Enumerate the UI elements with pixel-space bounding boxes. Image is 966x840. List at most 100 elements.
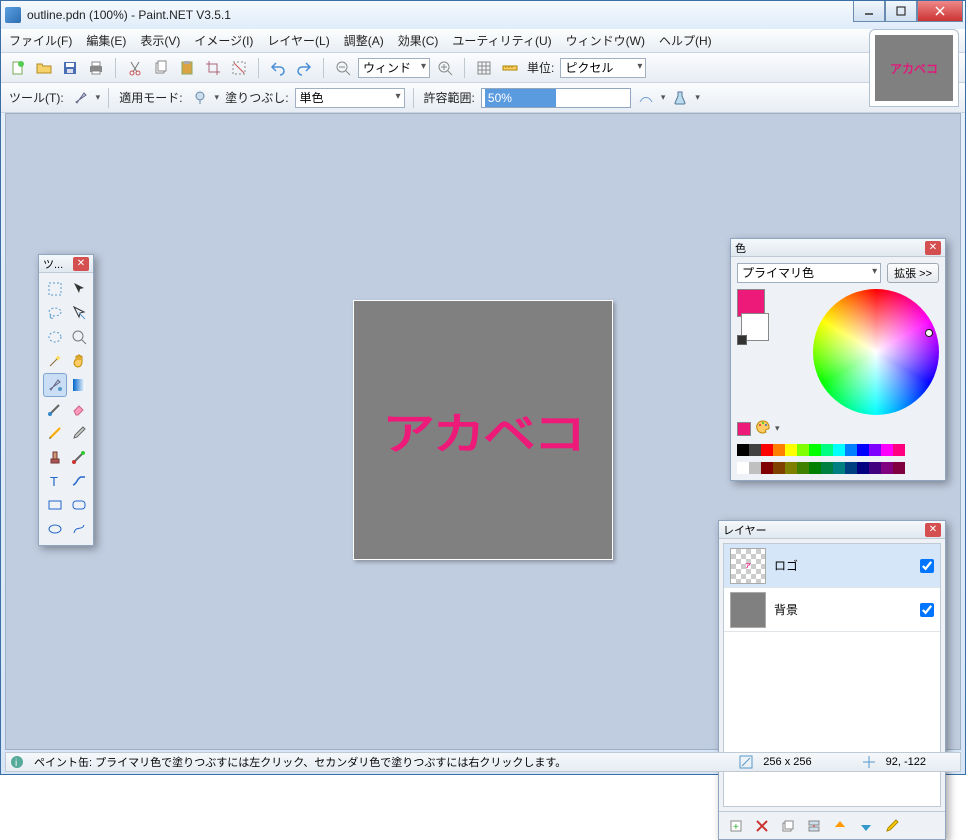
- palette-color[interactable]: [845, 462, 857, 474]
- paste-button[interactable]: [176, 57, 198, 79]
- palette-color[interactable]: [737, 462, 749, 474]
- palette-icon[interactable]: [755, 419, 771, 438]
- menu-window[interactable]: ウィンドウ(W): [566, 32, 645, 49]
- palette-color[interactable]: [773, 444, 785, 456]
- rounded-rect-tool[interactable]: [67, 493, 91, 517]
- palette-color[interactable]: [737, 444, 749, 456]
- move-selection-tool[interactable]: [67, 277, 91, 301]
- palette-color[interactable]: [785, 444, 797, 456]
- ruler-button[interactable]: [499, 57, 521, 79]
- palette-color[interactable]: [749, 462, 761, 474]
- palette-color[interactable]: [845, 444, 857, 456]
- palette-color[interactable]: [869, 462, 881, 474]
- grid-button[interactable]: [473, 57, 495, 79]
- colors-close-icon[interactable]: ✕: [925, 241, 941, 255]
- layers-close-icon[interactable]: ✕: [925, 523, 941, 537]
- palette-color[interactable]: [857, 462, 869, 474]
- menu-adjust[interactable]: 調整(A): [344, 32, 384, 49]
- palette-color[interactable]: [833, 444, 845, 456]
- close-button[interactable]: [917, 1, 963, 22]
- menu-utility[interactable]: ユーティリティ(U): [452, 32, 551, 49]
- print-button[interactable]: [85, 57, 107, 79]
- palette-color[interactable]: [797, 444, 809, 456]
- titlebar[interactable]: outline.pdn (100%) - Paint.NET V3.5.1: [1, 1, 965, 29]
- recent-color-1[interactable]: [737, 422, 751, 436]
- layer-merge-button[interactable]: [803, 815, 825, 837]
- tool-dropdown-icon[interactable]: ▾: [96, 92, 101, 103]
- recolor-tool[interactable]: [67, 445, 91, 469]
- colors-panel-title[interactable]: 色 ✕: [731, 239, 945, 257]
- canvas-area[interactable]: アカベコ ツ... ✕: [5, 113, 961, 750]
- layer-visible-checkbox[interactable]: [920, 603, 934, 617]
- move-pixels-tool[interactable]: [67, 301, 91, 325]
- flask-icon[interactable]: [669, 87, 691, 109]
- expand-button[interactable]: 拡張 >>: [887, 263, 939, 283]
- ellipse-tool[interactable]: [43, 517, 67, 541]
- color-picker-tool[interactable]: [67, 421, 91, 445]
- redo-button[interactable]: [293, 57, 315, 79]
- maximize-button[interactable]: [885, 1, 917, 22]
- fill-select[interactable]: 単色: [295, 88, 405, 108]
- sampling-dropdown-icon[interactable]: ▾: [661, 92, 666, 103]
- gradient-tool[interactable]: [67, 373, 91, 397]
- zoom-in-button[interactable]: [434, 57, 456, 79]
- menu-layer[interactable]: レイヤー(L): [267, 32, 329, 49]
- deselect-button[interactable]: [228, 57, 250, 79]
- menu-file[interactable]: ファイル(F): [9, 32, 72, 49]
- colors-panel[interactable]: 色 ✕ プライマリ色 拡張 >>: [730, 238, 946, 481]
- crop-button[interactable]: [202, 57, 224, 79]
- current-tool-icon[interactable]: [70, 87, 92, 109]
- freeform-tool[interactable]: [67, 517, 91, 541]
- text-tool[interactable]: T: [43, 469, 67, 493]
- menu-effect[interactable]: 効果(C): [398, 32, 439, 49]
- zoom-out-button[interactable]: [332, 57, 354, 79]
- palette-color[interactable]: [809, 462, 821, 474]
- palette-color[interactable]: [893, 444, 905, 456]
- palette-color[interactable]: [821, 462, 833, 474]
- palette-color[interactable]: [857, 444, 869, 456]
- brush-tool[interactable]: [43, 397, 67, 421]
- color-mode-select[interactable]: プライマリ色: [737, 263, 881, 283]
- new-button[interactable]: [7, 57, 29, 79]
- document-tab[interactable]: アカベコ: [869, 29, 959, 107]
- rect-select-tool[interactable]: [43, 277, 67, 301]
- layer-duplicate-button[interactable]: [777, 815, 799, 837]
- tools-close-icon[interactable]: ✕: [73, 257, 89, 271]
- copy-button[interactable]: [150, 57, 172, 79]
- wheel-cursor[interactable]: [925, 329, 933, 337]
- tolerance-input[interactable]: 50%: [481, 88, 631, 108]
- tools-panel-title[interactable]: ツ... ✕: [39, 255, 93, 273]
- sampling-icon[interactable]: [635, 87, 657, 109]
- layers-panel-title[interactable]: レイヤー ✕: [719, 521, 945, 539]
- open-button[interactable]: [33, 57, 55, 79]
- layers-panel[interactable]: レイヤー ✕ アロゴ背景 +: [718, 520, 946, 840]
- units-select[interactable]: ピクセル: [560, 58, 646, 78]
- lasso-tool[interactable]: [43, 301, 67, 325]
- menu-help[interactable]: ヘルプ(H): [659, 32, 712, 49]
- palette-color[interactable]: [833, 462, 845, 474]
- magic-wand-tool[interactable]: [43, 349, 67, 373]
- palette-color[interactable]: [881, 444, 893, 456]
- mode-icon[interactable]: [189, 87, 211, 109]
- palette-color[interactable]: [761, 444, 773, 456]
- layer-down-button[interactable]: [855, 815, 877, 837]
- paint-bucket-tool[interactable]: [43, 373, 67, 397]
- save-button[interactable]: [59, 57, 81, 79]
- layer-delete-button[interactable]: [751, 815, 773, 837]
- ellipse-select-tool[interactable]: [43, 325, 67, 349]
- palette-color[interactable]: [869, 444, 881, 456]
- eraser-tool[interactable]: [67, 397, 91, 421]
- color-wheel[interactable]: [813, 289, 939, 415]
- palette-dropdown-icon[interactable]: ▾: [775, 423, 780, 434]
- zoom-tool[interactable]: [67, 325, 91, 349]
- palette-color[interactable]: [785, 462, 797, 474]
- rectangle-tool[interactable]: [43, 493, 67, 517]
- zoom-select[interactable]: ウィンド: [358, 58, 430, 78]
- palette-color[interactable]: [797, 462, 809, 474]
- flask-dropdown-icon[interactable]: ▾: [695, 92, 700, 103]
- layer-add-button[interactable]: +: [725, 815, 747, 837]
- palette-color[interactable]: [773, 462, 785, 474]
- swap-mini-black[interactable]: [737, 335, 747, 345]
- palette-color[interactable]: [749, 444, 761, 456]
- pan-tool[interactable]: [67, 349, 91, 373]
